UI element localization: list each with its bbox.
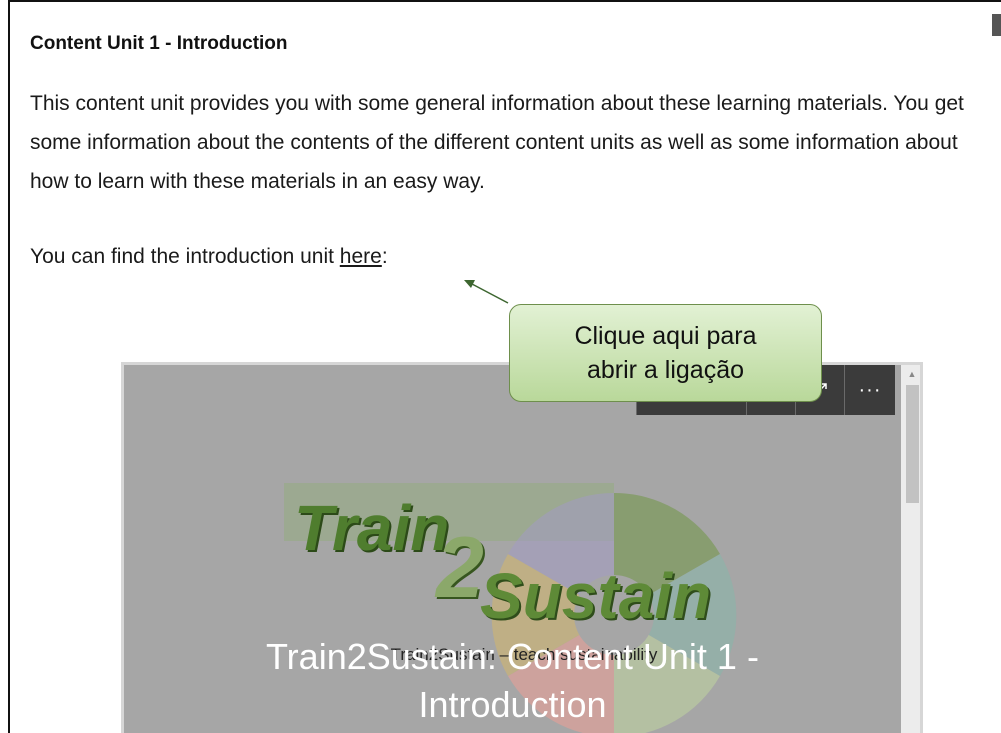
content-unit-heading: Content Unit 1 - Introduction	[30, 33, 288, 54]
logo-text-two: 2	[436, 520, 484, 616]
more-options-button[interactable]: ···	[844, 365, 895, 415]
callout-box: Clique aqui para abrir a ligação	[509, 304, 822, 402]
more-options-icon: ···	[858, 378, 882, 401]
page-scroll-marker	[992, 14, 1001, 36]
video-title-line-1: Train2Sustain: Content Unit 1 -	[266, 636, 759, 677]
video-title-overlay: Train2Sustain: Content Unit 1 - Introduc…	[124, 633, 901, 729]
intro-paragraph: This content unit provides you with some…	[30, 92, 964, 193]
callout-line-2: abrir a ligação	[586, 356, 744, 384]
embedded-video-player[interactable]: ··· Train 2 Sustain Train2Sustain – teac…	[121, 362, 923, 733]
scroll-up-icon[interactable]: ▲	[901, 369, 920, 379]
find-prefix-text: You can find the introduction unit	[30, 245, 340, 268]
document-frame-top	[8, 0, 1001, 2]
scroll-thumb[interactable]	[906, 385, 919, 503]
logo-text-train: Train	[294, 492, 450, 564]
callout-line-1: Clique aqui para	[574, 322, 757, 350]
video-title-line-2: Introduction	[418, 684, 607, 725]
embed-scrollbar[interactable]: ▲	[901, 365, 920, 733]
introduction-link-line: You can find the introduction unit here:	[30, 240, 388, 274]
document-frame-left	[8, 0, 10, 733]
introduction-unit-link[interactable]: here	[340, 245, 382, 268]
logo-text-sustain: Sustain	[480, 560, 712, 632]
find-suffix-text: :	[381, 245, 388, 268]
